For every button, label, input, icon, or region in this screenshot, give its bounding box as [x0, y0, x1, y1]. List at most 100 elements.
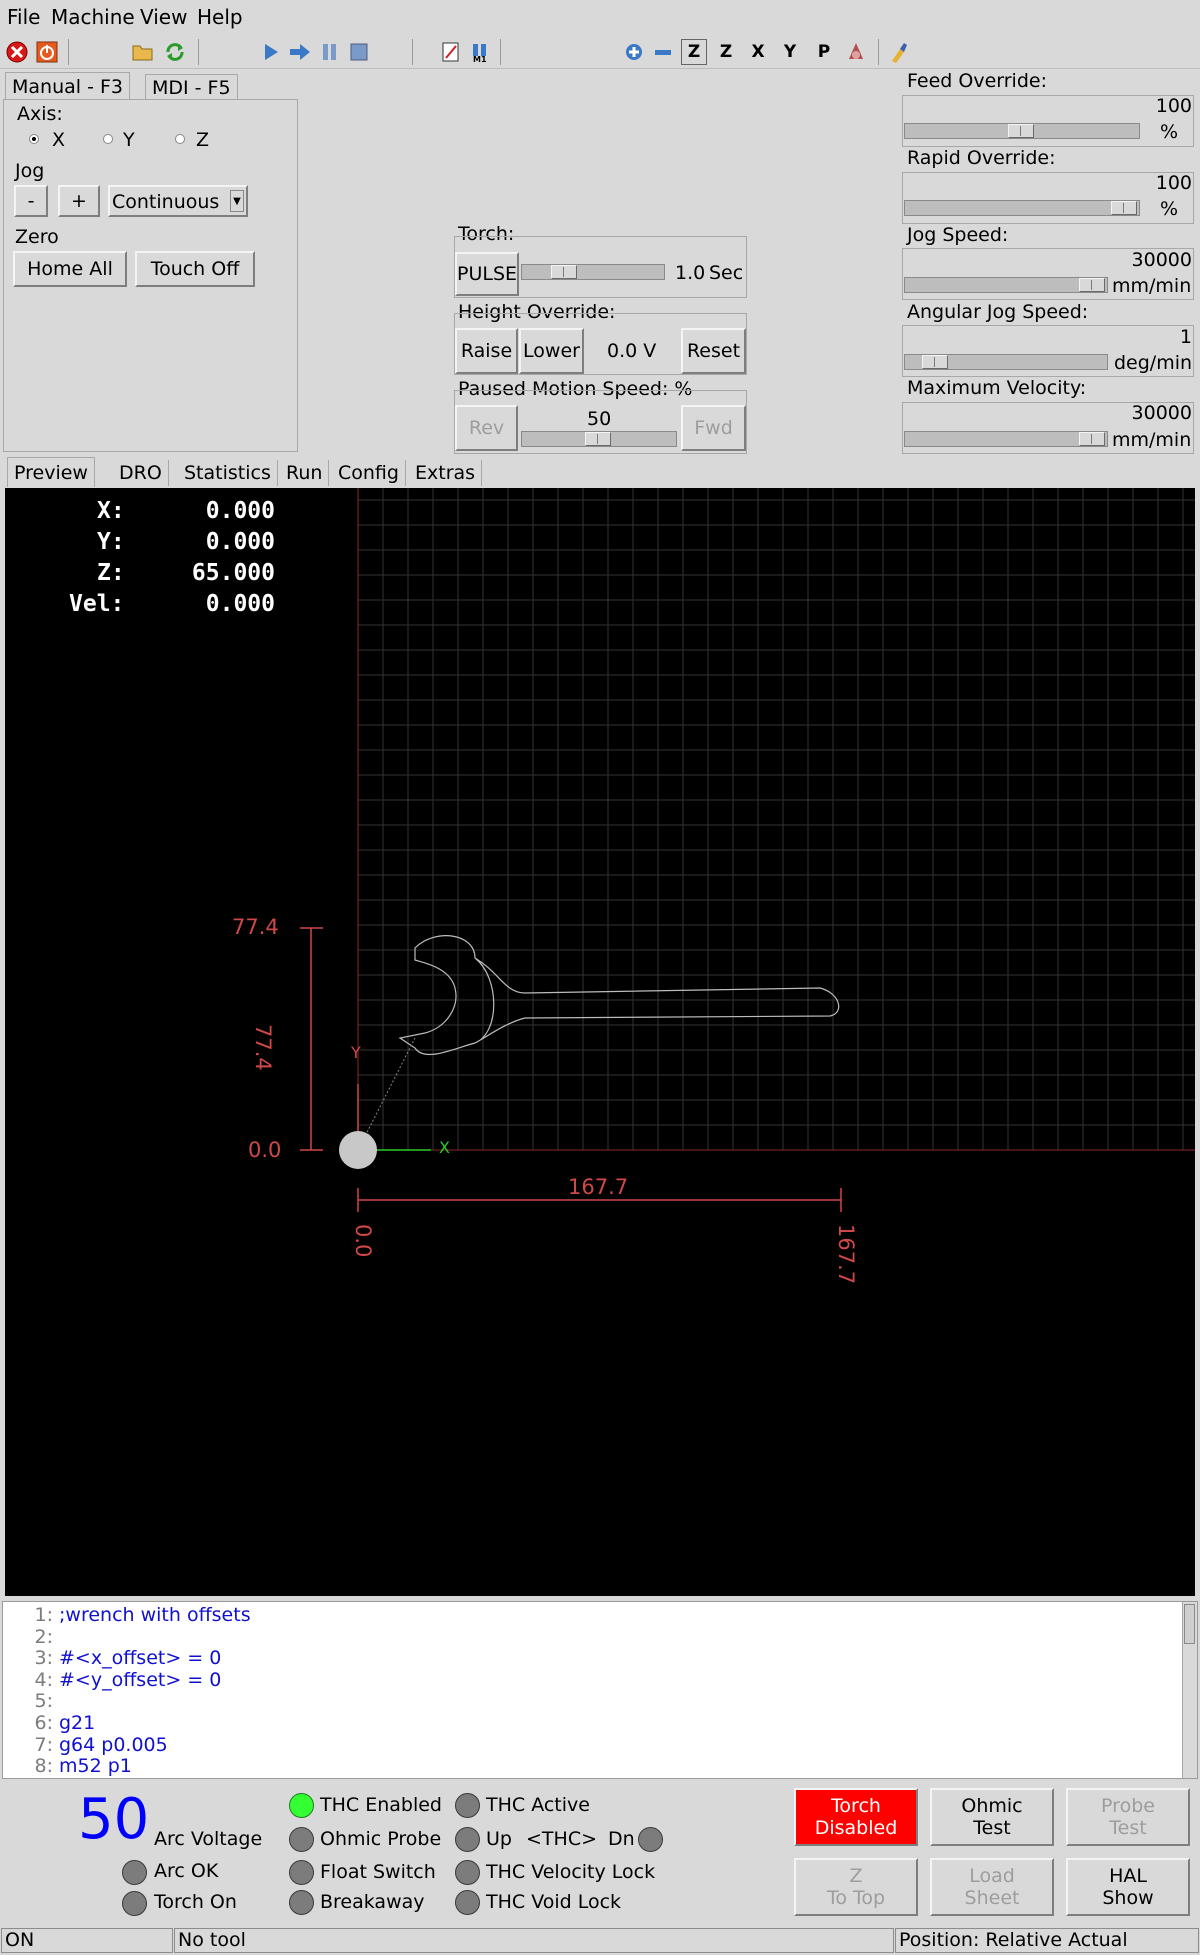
zoom-out-icon[interactable] — [650, 39, 676, 65]
thc-active-label: THC Active — [486, 1794, 590, 1816]
fwd-button[interactable]: Fwd — [681, 405, 746, 451]
jog-minus-button[interactable]: - — [14, 185, 48, 217]
dro-axis-value: 0.000 — [205, 591, 275, 617]
dn-led — [638, 1827, 663, 1852]
touch-off-button[interactable]: Touch Off — [135, 251, 255, 287]
angular-jog-slider[interactable] — [904, 354, 1108, 370]
power-icon[interactable] — [34, 39, 60, 65]
gcode-line[interactable]: 8: m52 p1 — [3, 1755, 132, 1777]
tab-dro[interactable]: DRO — [113, 460, 169, 486]
menu-bar: File Machine View Help — [0, 0, 1200, 34]
max-velocity-unit: mm/min — [1112, 429, 1192, 451]
ohmic-test-button[interactable]: Ohmic Test — [930, 1788, 1054, 1846]
tab-statistics[interactable]: Statistics — [178, 460, 278, 486]
tab-extras[interactable]: Extras — [409, 460, 483, 486]
rev-button[interactable]: Rev — [455, 405, 518, 451]
axis-y-marker: Y — [351, 1043, 361, 1062]
reset-button[interactable]: Reset — [681, 328, 746, 374]
hal-button-line2: Show — [1102, 1887, 1154, 1909]
stop-icon[interactable] — [346, 39, 372, 65]
load-sheet-button[interactable]: Load Sheet — [930, 1858, 1054, 1916]
gcode-line[interactable]: 3: #<x_offset> = 0 — [3, 1647, 222, 1670]
tab-mdi[interactable]: MDI - F5 — [145, 74, 238, 100]
axis-y-radio[interactable] — [103, 134, 113, 144]
gcode-line[interactable]: 7: g64 p0.005 — [3, 1734, 168, 1756]
torch-slider[interactable] — [521, 264, 665, 280]
tab-run[interactable]: Run — [280, 460, 330, 486]
gcode-listing[interactable]: 1: ;wrench with offsets 2: 3: #<x_offset> = … — [2, 1601, 1198, 1779]
optional-stop-icon[interactable]: M1 — [467, 39, 493, 65]
jog-label: Jog — [15, 160, 45, 182]
gcode-scroll-thumb[interactable] — [1184, 1604, 1195, 1644]
tab-manual[interactable]: Manual - F3 — [5, 72, 130, 100]
gcode-line[interactable]: 1: ;wrench with offsets — [3, 1604, 251, 1626]
jog-plus-button[interactable]: + — [58, 185, 100, 217]
menu-file[interactable]: File — [7, 5, 40, 29]
gcode-scrollbar[interactable] — [1182, 1602, 1197, 1778]
reload-icon[interactable] — [162, 39, 188, 65]
paused-motion-slider[interactable] — [521, 431, 677, 447]
max-velocity-slider[interactable] — [904, 431, 1108, 447]
torch-disabled-button[interactable]: Torch Disabled — [794, 1788, 918, 1846]
rotate-icon[interactable] — [843, 39, 869, 65]
axis-z-radio[interactable] — [175, 134, 185, 144]
menu-machine[interactable]: Machine — [51, 5, 135, 29]
axis-x-radio[interactable] — [29, 134, 39, 144]
view-z2-icon[interactable]: Z — [713, 39, 739, 65]
feed-override-unit: % — [1160, 121, 1179, 143]
max-velocity-label: Maximum Velocity: — [907, 377, 1087, 399]
gcode-line[interactable]: 6: g21 — [3, 1712, 96, 1734]
view-p-icon[interactable]: P — [811, 39, 837, 65]
jog-speed-slider-thumb[interactable] — [1079, 278, 1105, 292]
dro-axis-label: Z: — [97, 560, 125, 586]
open-icon[interactable] — [130, 39, 156, 65]
hal-show-button[interactable]: HAL Show — [1066, 1858, 1190, 1916]
lower-button[interactable]: Lower — [519, 328, 584, 374]
home-all-button[interactable]: Home All — [13, 251, 127, 287]
rapid-override-slider-thumb[interactable] — [1111, 201, 1137, 215]
probe-test-button[interactable]: Probe Test — [1066, 1788, 1190, 1846]
rapid-override-slider[interactable] — [904, 200, 1140, 216]
view-y-icon[interactable]: Y — [777, 39, 803, 65]
run-icon[interactable] — [258, 39, 284, 65]
view-x-icon[interactable]: X — [745, 39, 771, 65]
raise-button[interactable]: Raise — [455, 328, 518, 374]
z-to-top-button[interactable]: Z To Top — [794, 1858, 918, 1916]
menu-help[interactable]: Help — [197, 5, 243, 29]
gcode-line[interactable]: 2: — [3, 1626, 59, 1648]
toolpath-plot — [300, 488, 1195, 1212]
gcode-line[interactable]: 5: — [3, 1690, 59, 1712]
tab-preview[interactable]: Preview — [7, 457, 95, 487]
thc-label: <THC> — [526, 1828, 597, 1850]
torch-slider-thumb[interactable] — [551, 265, 577, 279]
gcode-line-number: 3: — [34, 1647, 54, 1670]
status-tool: No tool — [174, 1928, 894, 1953]
step-icon[interactable] — [287, 39, 313, 65]
feed-override-slider[interactable] — [904, 123, 1140, 139]
gcode-line-number: 5: — [34, 1690, 54, 1713]
zoom-in-icon[interactable] — [621, 39, 647, 65]
preview-canvas[interactable]: X: 0.000 Y: 0.000 Z: 65.000 Vel: 0.000 77.4 0.0… — [5, 488, 1195, 1596]
dro-axis-label: X: — [97, 498, 125, 524]
estop-icon[interactable] — [4, 39, 30, 65]
gcode-line[interactable]: 4: #<y_offset> = 0 — [3, 1669, 222, 1691]
pulse-button[interactable]: PULSE — [455, 252, 519, 296]
view-z-icon[interactable]: Z — [681, 39, 707, 65]
torch-button-line1: Torch — [831, 1795, 881, 1817]
paused-motion-slider-thumb[interactable] — [585, 432, 611, 446]
menu-view[interactable]: View — [140, 5, 187, 29]
jog-speed-slider[interactable] — [904, 277, 1108, 293]
feed-override-slider-thumb[interactable] — [1008, 124, 1034, 138]
clear-plot-icon[interactable] — [886, 39, 912, 65]
max-velocity-slider-thumb[interactable] — [1079, 432, 1105, 446]
pause-icon[interactable] — [317, 39, 343, 65]
rapid-override-frame — [902, 172, 1194, 224]
axis-x-marker: X — [439, 1138, 450, 1157]
jog-mode-select[interactable]: Continuous ▼ — [108, 185, 248, 217]
thc-enabled-label: THC Enabled — [320, 1794, 442, 1816]
dn-label: Dn — [608, 1828, 635, 1850]
tab-config[interactable]: Config — [332, 460, 406, 486]
angular-jog-slider-thumb[interactable] — [922, 355, 948, 369]
z-button-line1: Z — [849, 1865, 863, 1887]
block-delete-icon[interactable] — [438, 39, 464, 65]
